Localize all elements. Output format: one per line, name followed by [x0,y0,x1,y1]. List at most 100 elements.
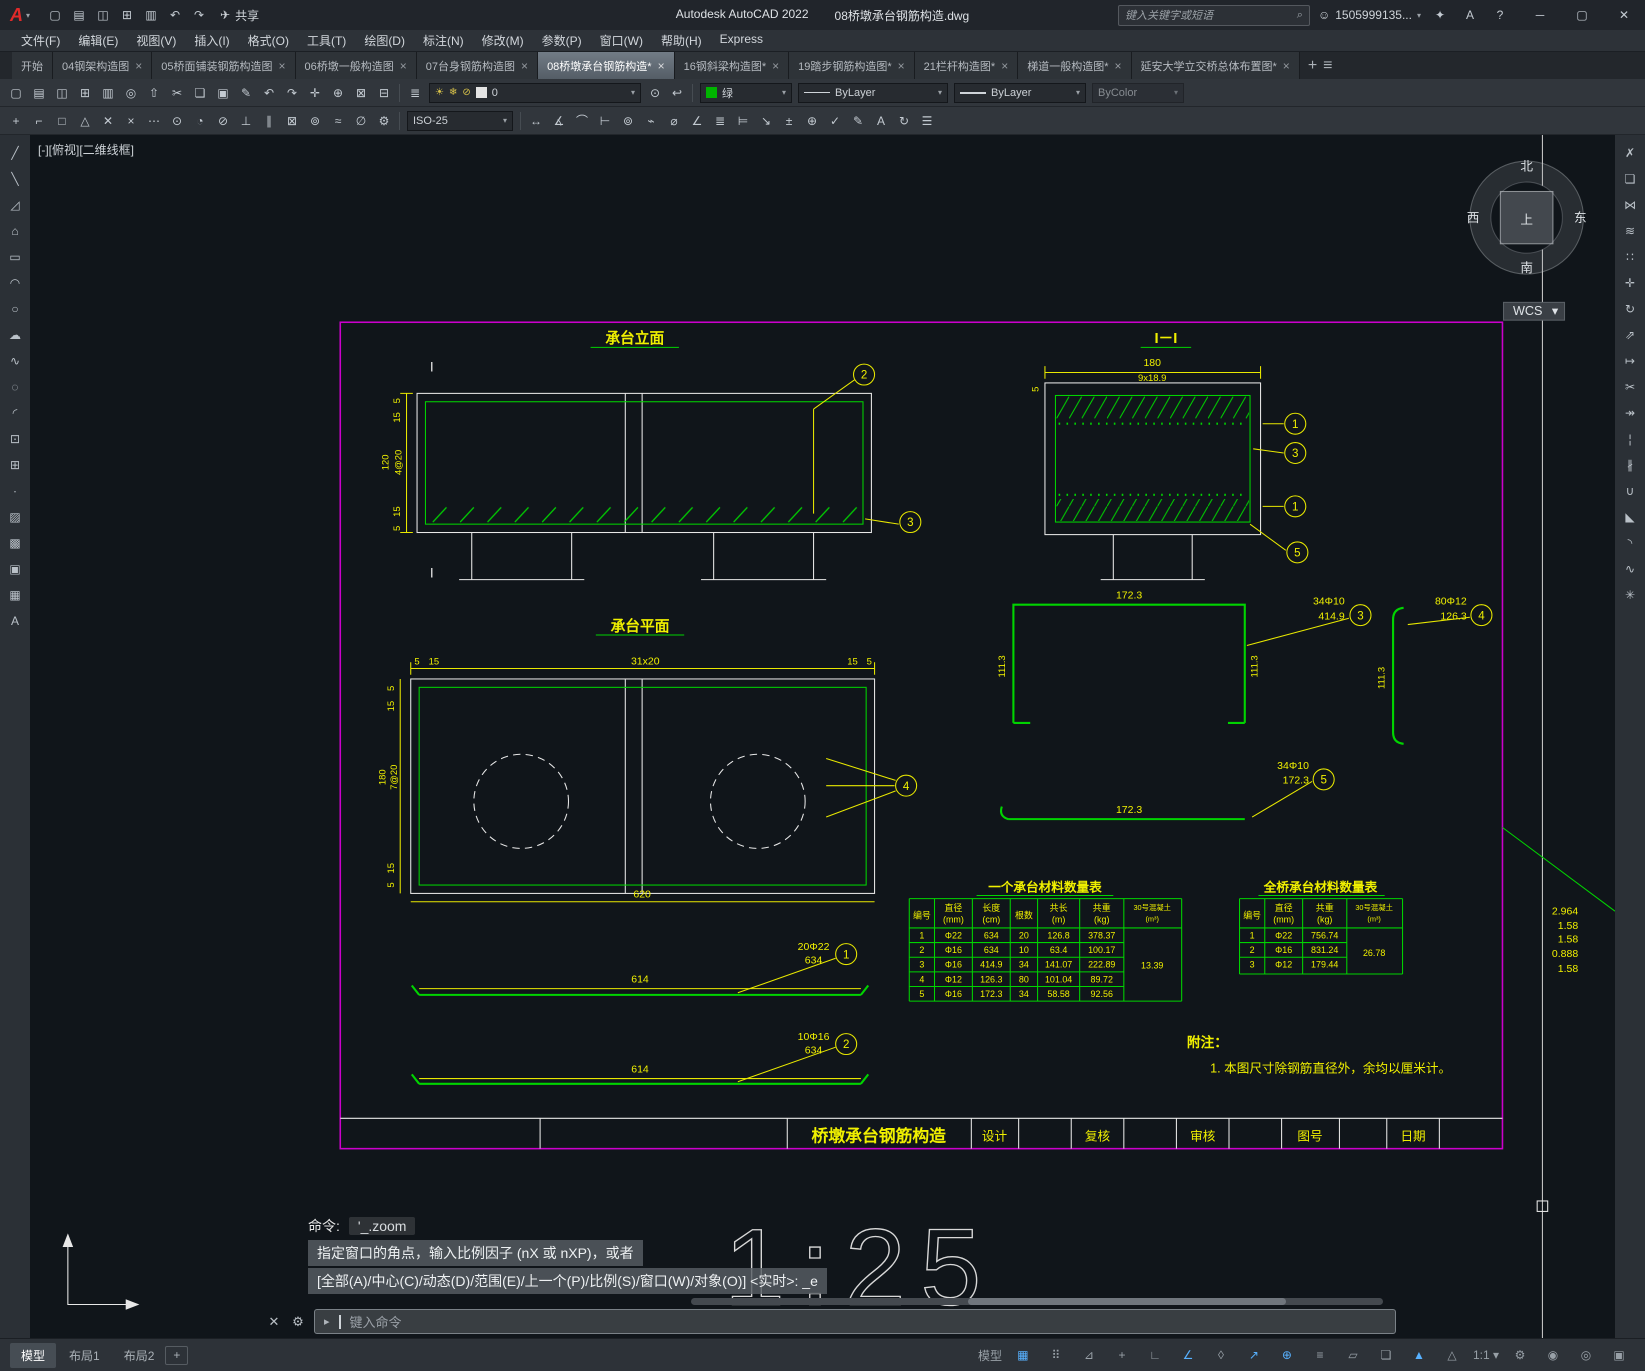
command-options-line[interactable]: [全部(A)/中心(C)/动态(D)/范围(E)/上一个(P)/比例(S)/窗口… [308,1268,827,1294]
dim-arc-length[interactable]: ⌒ [571,110,593,131]
object-snap[interactable]: ⊕ [1271,1344,1303,1366]
application-menu-button[interactable]: A ▾ [0,0,40,30]
draw-point[interactable]: ∙ [3,479,27,502]
view-compass[interactable]: 上 北 南 西 东 [1467,160,1587,275]
make-object-layer-current[interactable]: ⊙ [644,82,666,103]
dim-update[interactable]: ↻ [893,110,915,131]
qat-saveas-icon[interactable]: ⊞ [116,4,138,26]
new-tab-button[interactable]: + [1308,57,1317,75]
snap-node[interactable]: ⊚ [304,110,326,131]
dim-inspect[interactable]: ✓ [824,110,846,131]
new-drawing[interactable]: ▢ [5,82,27,103]
isometric-drafting[interactable]: ◊ [1205,1344,1237,1366]
snap-extension[interactable]: ⋯ [143,110,165,131]
file-tab[interactable]: 21栏杆构造图* × [914,52,1019,79]
maximize-button[interactable]: ▢ [1561,0,1603,30]
compass-south[interactable]: 南 [1520,260,1533,275]
command-line-panel[interactable]: 命令: '_.zoom 指定窗口的角点，输入比例因子 (nX 或 nXP)，或者… [266,1214,1396,1334]
tab-close-icon[interactable]: × [521,59,528,73]
file-tab[interactable]: 16钢斜梁构造图* × [674,52,790,79]
snap-insert[interactable]: ⊠ [281,110,303,131]
menu-item[interactable]: 帮助(H) [652,30,711,51]
tab-close-icon[interactable]: × [135,59,142,73]
viewport-controls[interactable]: [-][俯视][二维线框] [38,141,134,158]
copy-clip[interactable]: ❏ [189,82,211,103]
open-drawing[interactable]: ▤ [28,82,50,103]
dim-tolerance[interactable]: ± [778,110,800,131]
draw-gradient[interactable]: ▩ [3,531,27,554]
dim-aligned[interactable]: ∡ [548,110,570,131]
modify-move[interactable]: ✛ [1618,271,1642,294]
plot[interactable]: ▥ [97,82,119,103]
snap-mode[interactable]: ⠿ [1040,1344,1072,1366]
modify-fillet[interactable]: ◝ [1618,531,1642,554]
dimstyle-dropdown[interactable]: ISO-25 ▾ [407,110,513,131]
snap-tangent[interactable]: ⊘ [212,110,234,131]
file-tab[interactable]: 06桥墩一般构造图 × [295,52,417,79]
draw-make-block[interactable]: ⊞ [3,453,27,476]
menu-item[interactable]: 窗口(W) [591,30,652,51]
color-dropdown[interactable]: 绿 ▾ [700,82,792,103]
draw-arc[interactable]: ◠ [3,271,27,294]
wcs-dropdown[interactable]: WCS ▾ [1502,301,1566,321]
compass-top-face[interactable]: 上 [1520,213,1533,227]
file-tab[interactable]: 延安大学立交桥总体布置图* × [1131,52,1300,79]
tab-close-icon[interactable]: × [658,59,665,73]
layout-tab[interactable]: 布局1 [58,1343,111,1368]
plot-preview[interactable]: ◎ [120,82,142,103]
qat-redo-icon[interactable]: ↷ [188,4,210,26]
draw-polygon[interactable]: ⌂ [3,219,27,242]
zoom-previous[interactable]: ⊟ [373,82,395,103]
dim-radius[interactable]: ⊚ [617,110,639,131]
modify-explode[interactable]: ✳ [1618,583,1642,606]
draw-xline[interactable]: ╲ [3,167,27,190]
qat-plot-icon[interactable]: ▥ [140,4,162,26]
match-properties[interactable]: ✎ [235,82,257,103]
save-drawing[interactable]: ◫ [51,82,73,103]
help-menu-icon[interactable]: ? [1489,8,1511,22]
file-tab[interactable]: 07台身钢筋构造图 × [416,52,539,79]
qat-new-icon[interactable]: ▢ [44,4,66,26]
model-paper-toggle[interactable]: 模型 [974,1344,1006,1366]
pan-realtime[interactable]: ✛ [304,82,326,103]
osnap-settings[interactable]: ⚙ [373,110,395,131]
tab-close-icon[interactable]: × [1001,59,1008,73]
tab-close-icon[interactable]: × [400,59,407,73]
search-icon[interactable]: ⌕ [1297,9,1303,22]
lineweight-dropdown[interactable]: ByLayer ▾ [954,82,1086,103]
app-store-cart-icon[interactable]: ✦ [1429,8,1451,22]
snap-from[interactable]: ⌐ [28,110,50,131]
modify-blend[interactable]: ∿ [1618,557,1642,580]
draw-revcloud[interactable]: ☁ [3,323,27,346]
file-tab[interactable]: 05桥面铺装钢筋构造图 × [152,52,296,79]
menu-item[interactable]: 工具(T) [298,30,355,51]
file-tab[interactable]: 梯道一般构造图* × [1018,52,1132,79]
modify-rotate[interactable]: ↻ [1618,297,1642,320]
save-as[interactable]: ⊞ [74,82,96,103]
compass-east[interactable]: 东 [1574,211,1587,225]
compass-west[interactable]: 西 [1467,211,1480,225]
new-layout-button[interactable]: + [165,1345,189,1365]
linetype-dropdown[interactable]: ByLayer ▾ [798,82,948,103]
modify-extend[interactable]: ↠ [1618,401,1642,424]
polar-tracking[interactable]: ∠ [1172,1344,1204,1366]
layout-tab[interactable]: 布局2 [113,1343,166,1368]
layer-previous[interactable]: ↩ [666,82,688,103]
annotation-visibility[interactable]: ▲ [1403,1344,1435,1366]
minimize-button[interactable]: ─ [1519,0,1561,30]
help-search-field[interactable]: 键入关键字或短语 ⌕ [1117,4,1310,26]
infer-constraints[interactable]: ⊿ [1073,1344,1105,1366]
annotation-autoscale[interactable]: △ [1436,1344,1468,1366]
file-tab[interactable]: 开始 [12,52,53,79]
dim-text-edit[interactable]: A [870,110,892,131]
snap-quadrant[interactable]: ◔ [189,110,211,131]
menu-item[interactable]: 文件(F) [12,30,69,51]
file-tab[interactable]: 04钢架构造图 × [53,52,153,79]
selection-cycling[interactable]: ❏ [1370,1344,1402,1366]
menu-item[interactable]: 格式(O) [239,30,298,51]
zoom-realtime[interactable]: ⊕ [327,82,349,103]
draw-spline[interactable]: ∿ [3,349,27,372]
plotstyle-dropdown[interactable]: ByColor ▾ [1092,82,1184,103]
modify-chamfer[interactable]: ◣ [1618,505,1642,528]
layer-dropdown[interactable]: ☀ ❄ ⊘ 0 ▾ [429,82,641,103]
